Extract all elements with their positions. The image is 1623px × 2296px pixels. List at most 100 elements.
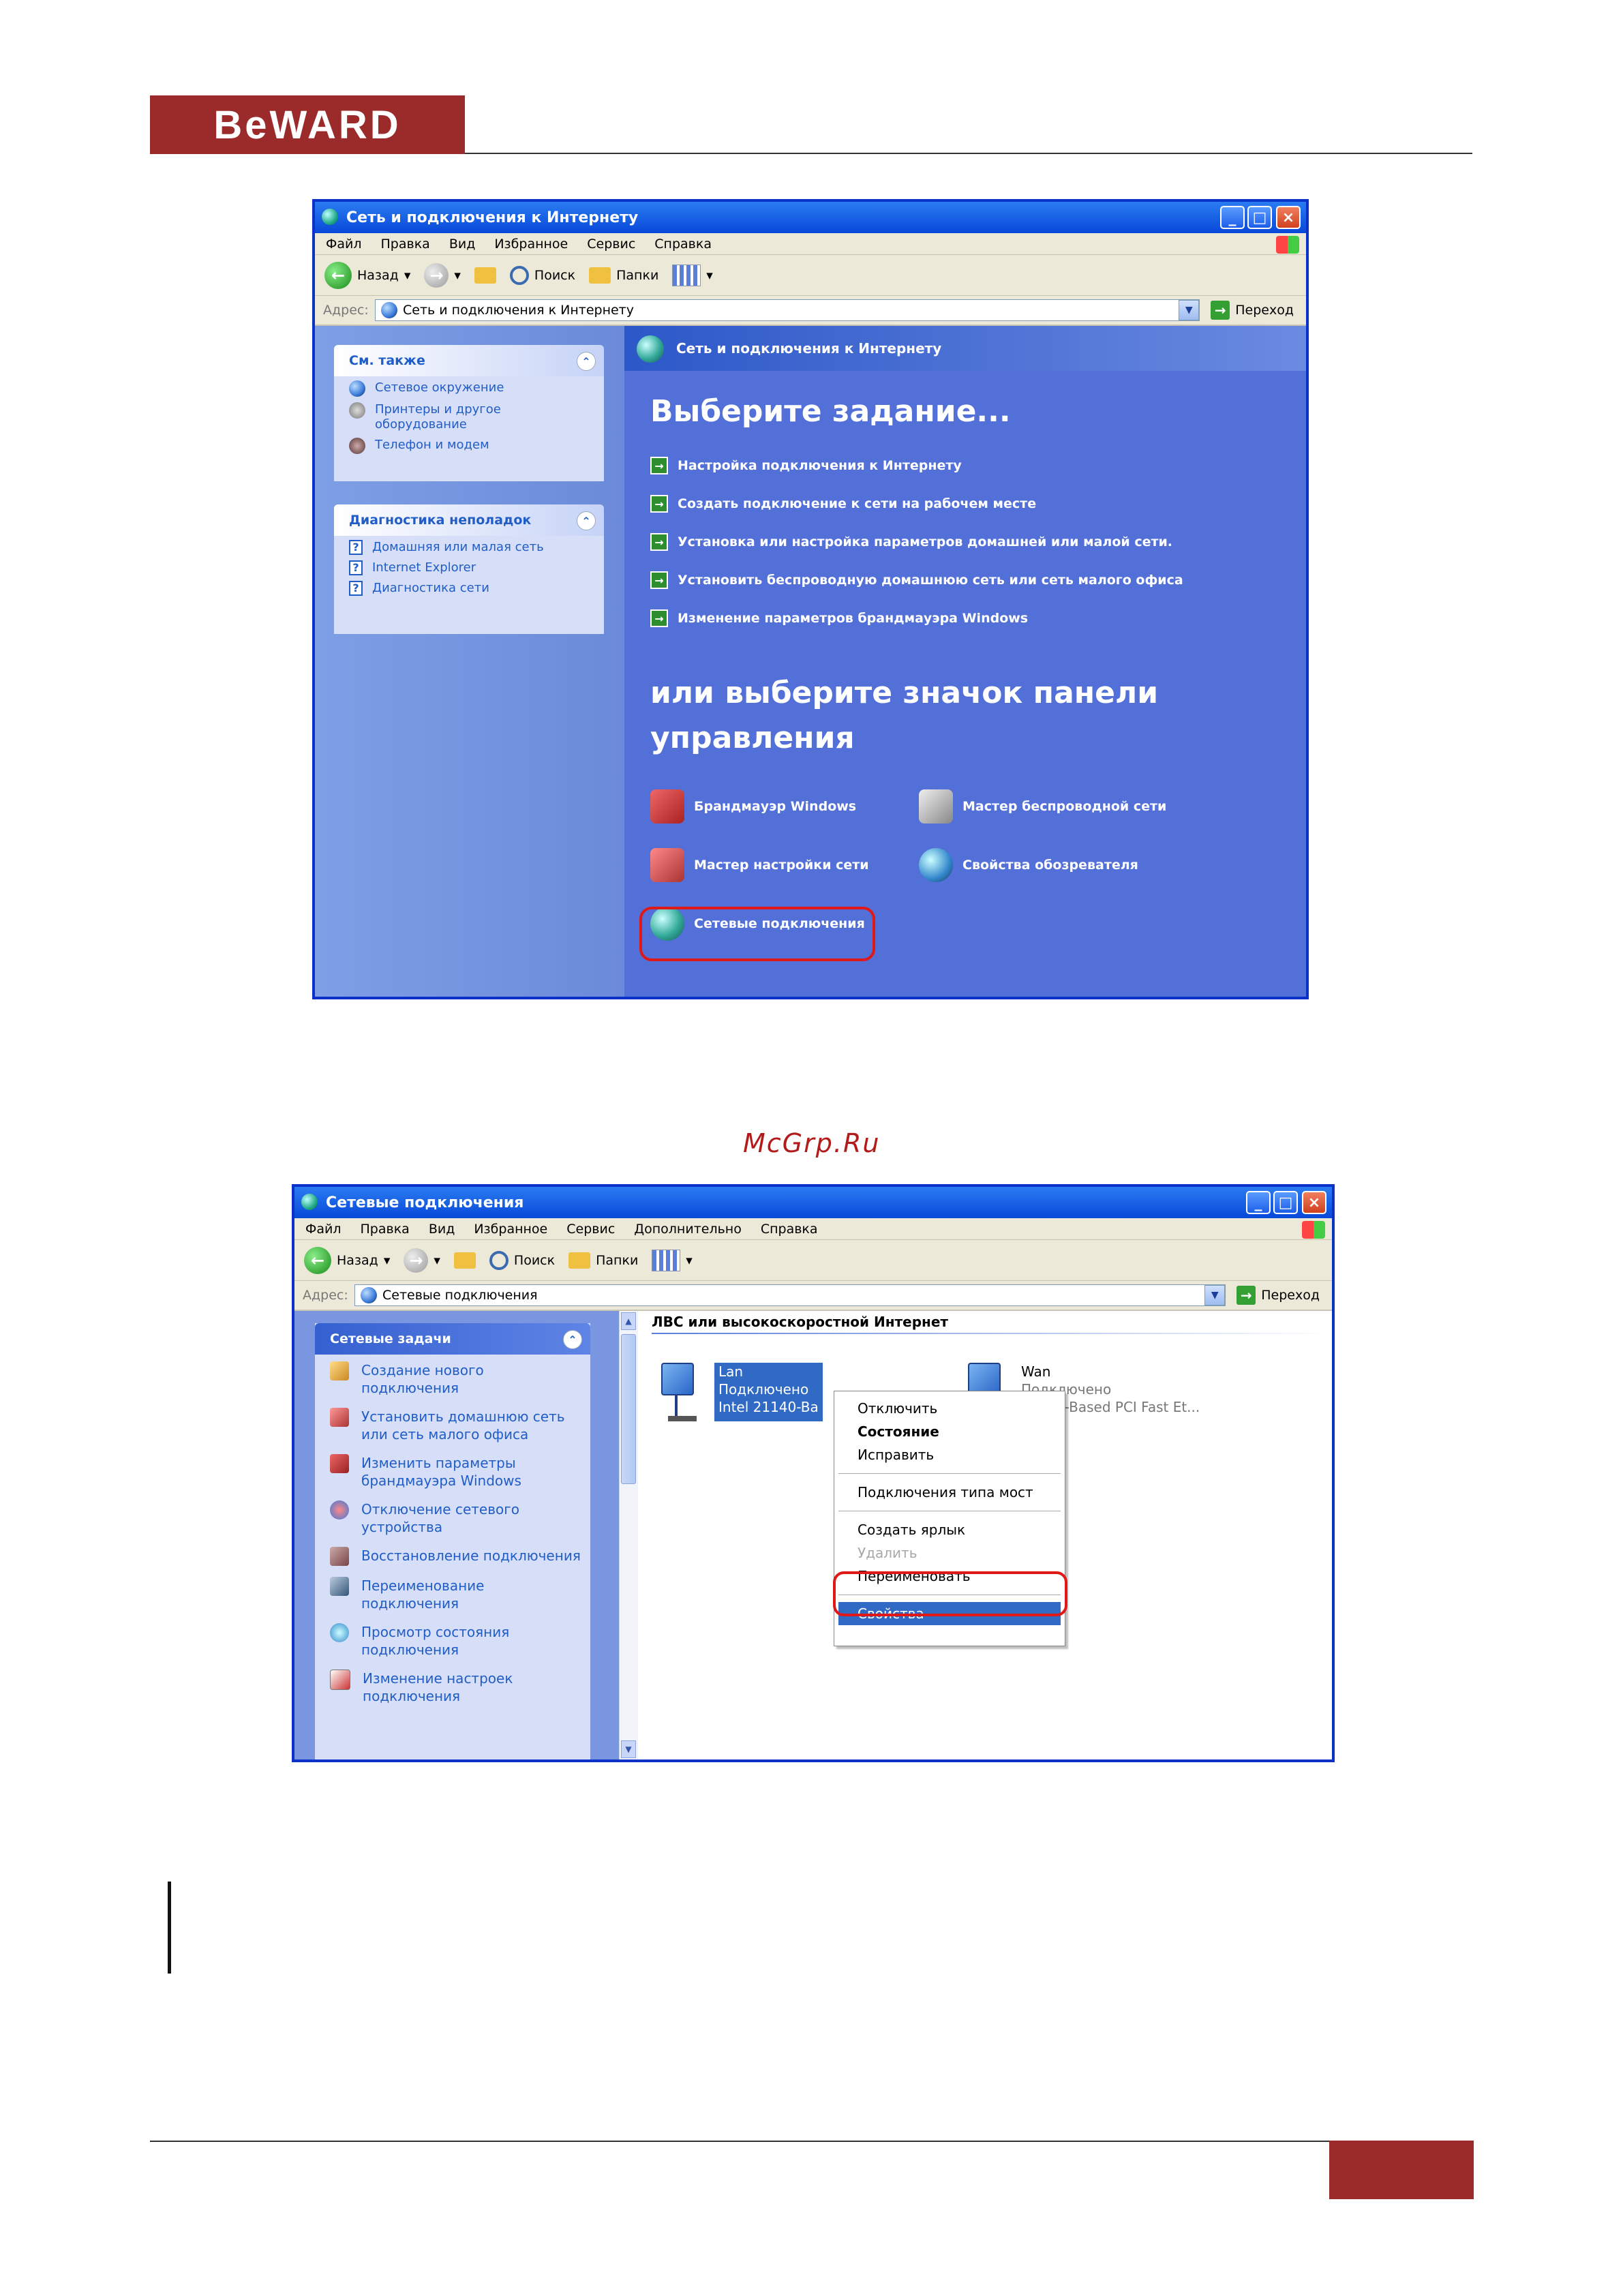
- menu-item-bridge[interactable]: Подключения типа мост: [834, 1481, 1065, 1504]
- minimize-button[interactable]: _: [1220, 206, 1245, 229]
- scroll-down-icon[interactable]: ▼: [621, 1740, 636, 1758]
- content-header: Сеть и подключения к Интернету: [624, 326, 1306, 371]
- window2-menubar: Файл Правка Вид Избранное Сервис Дополни…: [294, 1218, 1332, 1240]
- address-input[interactable]: Сетевые подключения ▼: [354, 1284, 1226, 1306]
- network-task-item[interactable]: Создание нового подключения: [315, 1355, 590, 1401]
- forward-button[interactable]: → ▾: [424, 262, 461, 288]
- scroll-up-icon[interactable]: ▲: [621, 1312, 636, 1330]
- network-task-item[interactable]: Просмотр состояния подключения: [315, 1616, 590, 1663]
- address-value: Сетевые подключения: [382, 1288, 538, 1303]
- collapse-icon[interactable]: ⌃: [563, 1330, 582, 1349]
- go-button[interactable]: → Переход: [1226, 1286, 1332, 1305]
- lan-connection[interactable]: Lan Подключено Intel 21140-Ba: [658, 1363, 823, 1421]
- menu-view[interactable]: Вид: [449, 237, 476, 252]
- close-button[interactable]: ×: [1276, 206, 1301, 229]
- network-task-item[interactable]: Изменение настроек подключения: [315, 1663, 590, 1709]
- menu-tools[interactable]: Сервис: [587, 237, 635, 252]
- lan-status: Подключено: [718, 1381, 809, 1398]
- lan-name: Lan: [718, 1363, 744, 1380]
- network-task-label: Переименование подключения: [361, 1577, 485, 1612]
- menu-file[interactable]: Файл: [305, 1222, 342, 1237]
- scroll-thumb[interactable]: [621, 1334, 636, 1484]
- menu-favorites[interactable]: Избранное: [474, 1222, 547, 1237]
- views-icon: [652, 1249, 681, 1271]
- vertical-scrollbar[interactable]: ▲ ▼: [619, 1311, 639, 1759]
- troubleshoot-item[interactable]: ? Диагностика сети: [334, 577, 604, 597]
- maximize-button[interactable]: □: [1247, 206, 1272, 229]
- see-also-item-label: Телефон и модем: [375, 438, 489, 452]
- up-button[interactable]: [474, 267, 496, 284]
- window2-titlebar[interactable]: Сетевые подключения _ □ ×: [294, 1187, 1332, 1218]
- collapse-icon[interactable]: ⌃: [577, 352, 596, 371]
- menu-item-repair[interactable]: Исправить: [834, 1443, 1065, 1466]
- network-icon: [361, 1287, 377, 1303]
- network-task-item[interactable]: Изменить параметры брандмауэра Windows: [315, 1447, 590, 1494]
- task-link[interactable]: → Установка или настройка параметров дома…: [650, 533, 1172, 551]
- see-also-item[interactable]: Телефон и модем: [334, 434, 604, 455]
- address-value: Сеть и подключения к Интернету: [403, 303, 634, 318]
- close-button[interactable]: ×: [1302, 1191, 1326, 1214]
- menu-edit[interactable]: Правка: [361, 1222, 410, 1237]
- network-tasks-header[interactable]: Сетевые задачи ⌃: [315, 1323, 590, 1355]
- task-link[interactable]: → Настройка подключения к Интернету: [650, 457, 962, 474]
- troubleshoot-item[interactable]: ? Internet Explorer: [334, 556, 604, 577]
- task-link[interactable]: → Установить беспроводную домашнюю сеть и…: [650, 571, 1183, 589]
- network-task-item[interactable]: Отключение сетевого устройства: [315, 1494, 590, 1540]
- chevron-down-icon[interactable]: ▼: [1204, 1285, 1226, 1305]
- group-header: ЛВС или высокоскоростной Интернет: [652, 1314, 948, 1330]
- forward-arrow-icon: →: [404, 1248, 429, 1273]
- address-input[interactable]: Сеть и подключения к Интернету ▼: [375, 299, 1200, 321]
- search-label: Поиск: [513, 1252, 556, 1268]
- network-setup-item[interactable]: Мастер настройки сети: [650, 848, 869, 882]
- menu-tools[interactable]: Сервис: [566, 1222, 615, 1237]
- go-button[interactable]: → Переход: [1200, 301, 1306, 320]
- watermark-text: McGrp.Ru: [743, 1128, 881, 1158]
- menu-view[interactable]: Вид: [429, 1222, 455, 1237]
- search-button[interactable]: Поиск: [509, 265, 575, 285]
- folders-button[interactable]: Папки: [589, 267, 658, 284]
- see-also-item[interactable]: Сетевое окружение: [334, 376, 604, 398]
- see-also-header[interactable]: См. также ⌃: [334, 345, 604, 376]
- maximize-button[interactable]: □: [1273, 1191, 1298, 1214]
- see-also-item[interactable]: Принтеры и другое оборудование: [334, 398, 604, 434]
- menu-item-disconnect[interactable]: Отключить: [834, 1397, 1065, 1420]
- back-label: Назад: [357, 267, 399, 283]
- network-task-item[interactable]: Переименование подключения: [315, 1570, 590, 1616]
- task-link[interactable]: → Создать подключение к сети на рабочем м…: [650, 495, 1036, 513]
- wireless-wizard-item[interactable]: Мастер беспроводной сети: [919, 789, 1166, 824]
- lan-device: Intel 21140-Ba: [718, 1399, 819, 1415]
- task-link[interactable]: → Изменение параметров брандмауэра Window…: [650, 609, 1028, 627]
- window1-titlebar[interactable]: Сеть и подключения к Интернету _ □ ×: [315, 202, 1306, 233]
- troubleshoot-item[interactable]: ? Домашняя или малая сеть: [334, 536, 604, 556]
- menu-file[interactable]: Файл: [326, 237, 362, 252]
- network-task-label: Просмотр состояния подключения: [361, 1624, 510, 1658]
- back-button[interactable]: ← Назад ▾: [324, 261, 410, 289]
- firewall-item[interactable]: Брандмауэр Windows: [650, 789, 856, 824]
- up-button[interactable]: [453, 1252, 476, 1269]
- menu-help[interactable]: Справка: [654, 237, 712, 252]
- network-task-label: Изменение настроек подключения: [363, 1670, 513, 1704]
- collapse-icon[interactable]: ⌃: [577, 511, 596, 530]
- menu-item-status[interactable]: Состояние: [834, 1420, 1065, 1443]
- menu-item-create-shortcut[interactable]: Создать ярлык: [834, 1518, 1065, 1541]
- search-button[interactable]: Поиск: [489, 1250, 556, 1270]
- network-task-item[interactable]: Установить домашнюю сеть или сеть малого…: [315, 1401, 590, 1447]
- menu-advanced[interactable]: Дополнительно: [634, 1222, 742, 1237]
- minimize-button[interactable]: _: [1246, 1191, 1271, 1214]
- internet-options-item[interactable]: Свойства обозревателя: [919, 848, 1138, 882]
- network-task-item[interactable]: Восстановление подключения: [315, 1540, 590, 1570]
- folders-button[interactable]: Папки: [568, 1252, 638, 1269]
- menu-favorites[interactable]: Избранное: [494, 237, 568, 252]
- forward-button[interactable]: → ▾: [404, 1248, 440, 1273]
- folder-up-icon: [453, 1252, 476, 1269]
- troubleshoot-header[interactable]: Диагностика неполадок ⌃: [334, 504, 604, 536]
- views-button[interactable]: ▾: [672, 264, 713, 286]
- back-button[interactable]: ← Назад ▾: [304, 1246, 390, 1274]
- back-arrow-icon: ←: [324, 261, 352, 289]
- menu-edit[interactable]: Правка: [381, 237, 430, 252]
- views-button[interactable]: ▾: [652, 1249, 693, 1271]
- network-task-label: Создание нового подключения: [361, 1362, 484, 1396]
- chevron-down-icon[interactable]: ▼: [1179, 300, 1200, 320]
- menu-help[interactable]: Справка: [761, 1222, 818, 1237]
- firewall-label: Брандмауэр Windows: [694, 799, 857, 814]
